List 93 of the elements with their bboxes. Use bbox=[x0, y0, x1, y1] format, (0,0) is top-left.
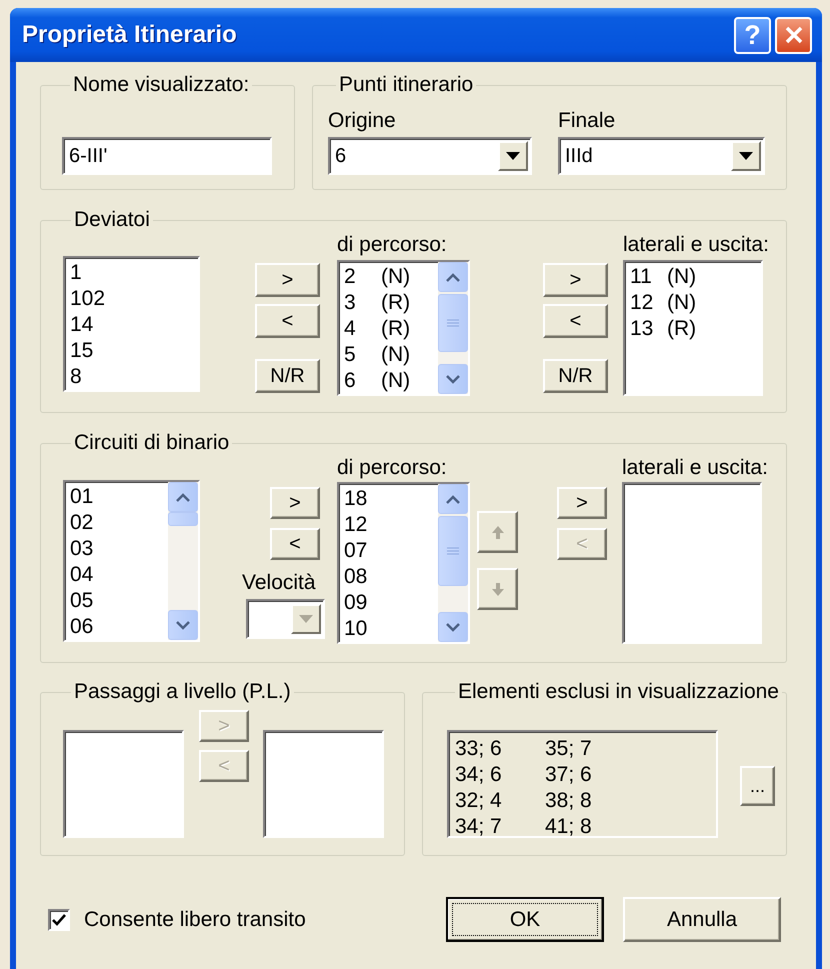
button[interactable]: < bbox=[255, 304, 320, 338]
group-title: Circuiti di binario bbox=[73, 431, 230, 455]
scroll-thumb[interactable] bbox=[168, 512, 198, 526]
button[interactable]: > bbox=[255, 263, 320, 297]
list-item[interactable]: 07 bbox=[344, 538, 438, 564]
list-item[interactable]: 04 bbox=[70, 562, 168, 588]
list-label: laterali e uscita: bbox=[623, 232, 769, 258]
button[interactable]: N/R bbox=[543, 359, 608, 393]
button[interactable]: > bbox=[270, 487, 320, 519]
list-box[interactable]: 2 (N) 3 (R) 4 (R) 5 (N) 6 (N) bbox=[337, 260, 470, 396]
chevron-down-icon bbox=[446, 374, 460, 384]
scroll-thumb[interactable] bbox=[438, 516, 468, 586]
list-box[interactable] bbox=[263, 730, 384, 838]
chevron-up-icon bbox=[446, 494, 460, 504]
button[interactable]: > bbox=[557, 487, 607, 519]
group-title: Punti itinerario bbox=[338, 73, 474, 97]
switch-position[interactable]: (N) bbox=[381, 342, 410, 368]
ok-button[interactable]: OK bbox=[446, 897, 604, 942]
switch-position[interactable]: (R) bbox=[381, 316, 410, 342]
field-label: Finale bbox=[558, 108, 616, 134]
list-label: laterali e uscita: bbox=[622, 455, 768, 481]
button[interactable]: > bbox=[543, 263, 608, 297]
switch-number[interactable]: 2 bbox=[344, 264, 381, 290]
switch-position[interactable]: (N) bbox=[667, 264, 696, 290]
list-item[interactable]: 06 bbox=[70, 614, 168, 640]
scroll-thumb[interactable] bbox=[438, 294, 468, 352]
dropdown[interactable]: 6 bbox=[328, 137, 532, 175]
chevron-up-icon bbox=[176, 492, 190, 502]
scrollbar[interactable] bbox=[168, 482, 198, 640]
caret-icon bbox=[506, 152, 520, 160]
switch-position[interactable]: (N) bbox=[381, 368, 410, 394]
switch-number[interactable]: 12 bbox=[630, 290, 667, 316]
list-item[interactable]: 8 bbox=[70, 364, 198, 390]
grip-icon bbox=[447, 547, 459, 555]
text-field[interactable]: 6-III' bbox=[62, 137, 272, 175]
list-item[interactable]: 10 bbox=[344, 616, 438, 642]
group-title: Passaggi a livello (P.L.) bbox=[73, 680, 292, 704]
switch-number[interactable]: 4 bbox=[344, 316, 381, 342]
chevron-down-icon bbox=[176, 620, 190, 630]
field-label: Origine bbox=[328, 108, 396, 134]
button[interactable]: < bbox=[270, 528, 320, 560]
field-label: Velocità bbox=[242, 570, 316, 596]
group-title: Deviatoi bbox=[73, 208, 151, 232]
window-title: Proprietà Itinerario bbox=[22, 21, 238, 49]
group-title: Nome visualizzato: bbox=[72, 73, 250, 97]
list-item[interactable]: 18 bbox=[344, 486, 438, 512]
list-item[interactable]: 08 bbox=[344, 564, 438, 590]
switch-number[interactable]: 11 bbox=[630, 264, 667, 290]
list-item[interactable]: 15 bbox=[70, 338, 198, 364]
close-icon bbox=[784, 26, 802, 44]
list-item[interactable]: 1 bbox=[70, 260, 198, 286]
scrollbar[interactable] bbox=[438, 262, 468, 394]
switch-number[interactable]: 5 bbox=[344, 342, 381, 368]
list-item[interactable]: 05 bbox=[70, 588, 168, 614]
list-box[interactable] bbox=[622, 482, 762, 644]
list-item[interactable]: 12 bbox=[344, 512, 438, 538]
chevron-down-icon bbox=[446, 622, 460, 632]
switch-position[interactable]: (N) bbox=[381, 264, 410, 290]
list-label: di percorso: bbox=[337, 232, 447, 258]
button[interactable]: N/R bbox=[255, 359, 320, 393]
list-item[interactable]: 01 bbox=[70, 484, 168, 510]
up-arrow-icon bbox=[490, 524, 504, 540]
caret-icon bbox=[739, 152, 753, 160]
list-item[interactable]: 14 bbox=[70, 312, 198, 338]
grip-icon bbox=[447, 319, 459, 327]
list-item[interactable]: 03 bbox=[70, 536, 168, 562]
close-button[interactable] bbox=[775, 16, 812, 54]
cancel-button[interactable]: Annulla bbox=[623, 897, 781, 942]
chevron-up-icon bbox=[446, 272, 460, 282]
list-item[interactable]: 09 bbox=[344, 590, 438, 616]
check-icon bbox=[52, 914, 66, 926]
switch-number[interactable]: 6 bbox=[344, 368, 381, 394]
list-box[interactable]: 18 12 07 08 09 10 bbox=[337, 482, 470, 644]
switch-position[interactable]: (R) bbox=[381, 290, 410, 316]
dropdown[interactable]: IIId bbox=[558, 137, 765, 175]
switch-position[interactable]: (R) bbox=[667, 316, 696, 342]
list-box[interactable]: 11 (N) 12 (N) 13 (R) bbox=[623, 260, 763, 396]
list-item[interactable]: 102 bbox=[70, 286, 198, 312]
switch-position[interactable]: (N) bbox=[667, 290, 696, 316]
button[interactable]: < bbox=[543, 304, 608, 338]
caret-icon bbox=[299, 615, 313, 623]
switch-number[interactable]: 3 bbox=[344, 290, 381, 316]
list-label: di percorso: bbox=[337, 455, 447, 481]
list-box[interactable] bbox=[63, 730, 184, 838]
list-item[interactable]: 02 bbox=[70, 510, 168, 536]
list-box[interactable]: 1 102 14 15 8 bbox=[63, 256, 200, 392]
list-box[interactable]: 01 02 03 04 05 06 bbox=[63, 480, 200, 642]
scrollbar[interactable] bbox=[438, 484, 468, 642]
checkbox-label: Consente libero transito bbox=[84, 908, 307, 932]
group-title: Elementi esclusi in visualizzazione bbox=[457, 680, 780, 704]
checkbox[interactable] bbox=[48, 908, 70, 930]
switch-number[interactable]: 13 bbox=[630, 316, 667, 342]
down-arrow-icon bbox=[490, 582, 504, 596]
